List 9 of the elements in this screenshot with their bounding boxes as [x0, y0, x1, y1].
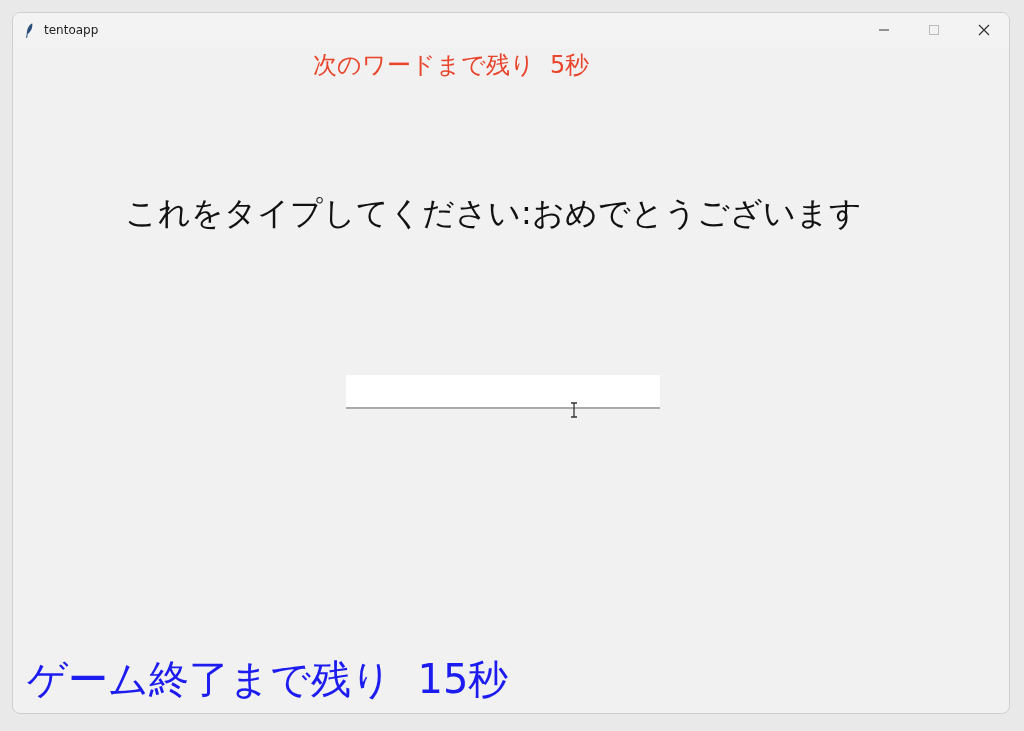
window-title: tentoapp	[44, 23, 99, 37]
game-timer: ゲーム終了まで残り 15秒	[27, 656, 509, 702]
maximize-icon	[928, 24, 940, 36]
text-cursor-icon	[570, 402, 578, 418]
feather-icon	[25, 22, 34, 38]
prompt-text: これをタイプしてください:おめでとうございます	[125, 193, 862, 234]
answer-field[interactable]	[346, 375, 660, 409]
next-word-timer: 次のワードまで残り 5秒	[312, 50, 590, 81]
close-icon	[978, 24, 990, 36]
